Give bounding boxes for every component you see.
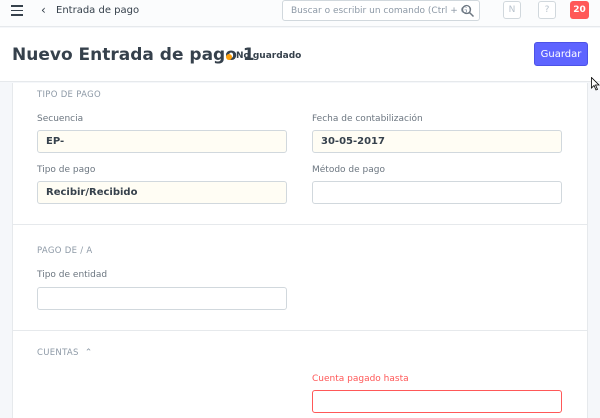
help-button[interactable]: ? bbox=[538, 1, 556, 19]
posting-date-label: Fecha de contabilización bbox=[312, 114, 423, 124]
section-heading-party: PAGO DE / A bbox=[37, 246, 93, 256]
series-label: Secuencia bbox=[37, 114, 84, 124]
paid-to-label: Cuenta pagado hasta bbox=[312, 374, 409, 384]
accounts-heading-text: CUENTAS bbox=[37, 348, 79, 358]
mouse-cursor-icon bbox=[591, 77, 600, 91]
menu-icon[interactable] bbox=[11, 5, 23, 16]
section-accounts: CUENTAS ⌃ Cuenta pagado hasta bbox=[13, 331, 587, 418]
status-dot-icon bbox=[226, 54, 232, 60]
party-type-field[interactable] bbox=[37, 287, 287, 310]
user-avatar[interactable]: N bbox=[503, 1, 521, 19]
breadcrumb[interactable]: Entrada de pago bbox=[56, 5, 139, 16]
party-type-label: Tipo de entidad bbox=[37, 270, 108, 280]
section-heading-accounts[interactable]: CUENTAS ⌃ bbox=[37, 348, 93, 358]
status-badge: No guardado bbox=[236, 51, 302, 61]
series-field[interactable]: EP- bbox=[37, 130, 287, 153]
mode-of-payment-label: Método de pago bbox=[312, 165, 385, 175]
mode-of-payment-field[interactable] bbox=[312, 181, 562, 204]
navbar: ‹ Entrada de pago Buscar o escribir un c… bbox=[0, 0, 600, 27]
section-party: PAGO DE / A Tipo de entidad bbox=[13, 225, 587, 331]
form-body: TIPO DE PAGO Secuencia EP- Fecha de cont… bbox=[12, 83, 588, 418]
section-payment-type: TIPO DE PAGO Secuencia EP- Fecha de cont… bbox=[13, 83, 587, 225]
paid-to-field[interactable] bbox=[312, 390, 562, 413]
search-icon[interactable] bbox=[461, 4, 475, 18]
search-input[interactable]: Buscar o escribir un comando (Ctrl + G) bbox=[282, 0, 480, 21]
save-button[interactable]: Guardar bbox=[534, 42, 588, 66]
chevron-up-icon[interactable]: ⌃ bbox=[85, 348, 93, 358]
section-heading-payment-type: TIPO DE PAGO bbox=[37, 90, 101, 100]
page-title: Nuevo Entrada de pago 1 bbox=[12, 45, 255, 65]
search-placeholder: Buscar o escribir un comando (Ctrl + G) bbox=[291, 6, 472, 16]
chevron-left-icon[interactable]: ‹ bbox=[41, 3, 46, 17]
posting-date-field[interactable]: 30-05-2017 bbox=[312, 130, 562, 153]
page-header: Nuevo Entrada de pago 1 No guardado Guar… bbox=[0, 28, 600, 82]
payment-type-label: Tipo de pago bbox=[37, 165, 96, 175]
notification-badge[interactable]: 20 bbox=[570, 1, 589, 19]
payment-type-field[interactable]: Recibir/Recibido bbox=[37, 181, 287, 204]
